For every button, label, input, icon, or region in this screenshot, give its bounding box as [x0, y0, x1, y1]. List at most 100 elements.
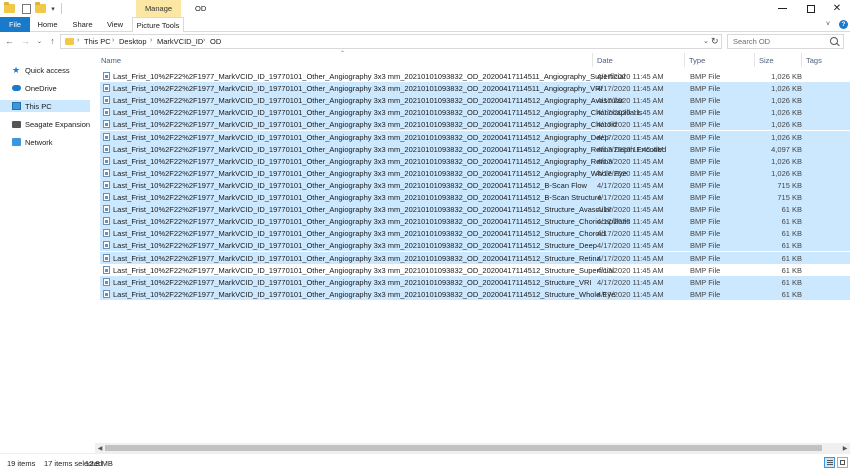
table-row[interactable]: Last_Frist_10%2F22%2F1977_MarkVCID_ID_19… [100, 166, 850, 179]
window-title: OD [195, 4, 207, 13]
divider [61, 3, 62, 14]
nav-item-this-pc[interactable]: This PC [0, 100, 90, 112]
file-type: BMP File [690, 108, 721, 118]
table-row[interactable]: Last_Frist_10%2F22%2F1977_MarkVCID_ID_19… [100, 94, 850, 107]
tab-picture-tools[interactable]: Picture Tools [132, 17, 184, 33]
image-file-icon [103, 277, 110, 286]
nav-item-label: Seagate Expansion Dr [25, 119, 90, 129]
breadcrumb-separator[interactable]: › [112, 37, 114, 44]
table-row[interactable]: Last_Frist_10%2F22%2F1977_MarkVCID_ID_19… [100, 118, 850, 131]
nav-item-seagate[interactable]: Seagate Expansion Dr [0, 118, 90, 130]
details-view-button[interactable] [824, 457, 835, 468]
breadcrumb-separator[interactable]: › [203, 37, 205, 44]
breadcrumb-separator[interactable]: › [150, 37, 152, 44]
image-file-icon [103, 217, 110, 226]
network-icon [12, 138, 21, 146]
breadcrumb-separator[interactable]: › [77, 37, 79, 44]
table-row[interactable]: Last_Frist_10%2F22%2F1977_MarkVCID_ID_19… [100, 154, 850, 167]
search-input[interactable]: Search OD [727, 34, 844, 49]
breadcrumb-od[interactable]: OD [210, 37, 221, 46]
image-file-icon [103, 72, 110, 80]
new-folder-icon[interactable] [35, 2, 46, 14]
file-date: 4/17/2020 11:45 AM [597, 168, 664, 178]
image-file-icon [103, 265, 110, 274]
column-header-type[interactable]: Type [689, 56, 705, 65]
table-row[interactable]: Last_Frist_10%2F22%2F1977_MarkVCID_ID_19… [100, 70, 850, 82]
table-row[interactable]: Last_Frist_10%2F22%2F1977_MarkVCID_ID_19… [100, 130, 850, 143]
close-button[interactable]: ✕ [823, 0, 850, 17]
table-row[interactable]: Last_Frist_10%2F22%2F1977_MarkVCID_ID_19… [100, 82, 850, 95]
file-date: 4/17/2020 11:45 AM [597, 180, 664, 190]
column-header-tags[interactable]: Tags [806, 56, 822, 65]
table-row[interactable]: Last_Frist_10%2F22%2F1977_MarkVCID_ID_19… [100, 264, 850, 276]
customize-toolbar-icon[interactable]: ▾ [49, 3, 57, 14]
table-row[interactable]: Last_Frist_10%2F22%2F1977_MarkVCID_ID_19… [100, 251, 850, 264]
star-icon: ★ [12, 65, 21, 75]
table-row[interactable]: Last_Frist_10%2F22%2F1977_MarkVCID_ID_19… [100, 203, 850, 216]
file-type: BMP File [690, 193, 721, 202]
item-count: 19 items [7, 459, 36, 468]
scrollbar-thumb[interactable] [105, 445, 822, 451]
file-name: Last_Frist_10%2F22%2F1977_MarkVCID_ID_19… [113, 205, 612, 215]
column-header-name[interactable]: Name [101, 56, 121, 65]
table-row[interactable]: Last_Frist_10%2F22%2F1977_MarkVCID_ID_19… [100, 227, 850, 240]
nav-item-onedrive[interactable]: OneDrive [0, 82, 90, 94]
search-placeholder: Search OD [733, 37, 771, 46]
nav-item-label: OneDrive [25, 83, 57, 93]
refresh-icon[interactable]: ↻ [711, 36, 719, 47]
minimize-button[interactable] [768, 0, 796, 17]
help-icon[interactable]: ? [839, 20, 848, 29]
file-date: 4/17/2020 11:45 AM [597, 193, 664, 202]
table-row[interactable]: Last_Frist_10%2F22%2F1977_MarkVCID_ID_19… [100, 106, 850, 119]
image-file-icon [103, 84, 110, 93]
folder-icon[interactable] [3, 2, 15, 14]
tab-home[interactable]: Home [30, 17, 65, 32]
scroll-left-icon[interactable]: ◀ [95, 443, 105, 453]
image-file-icon [103, 144, 110, 153]
file-date: 4/17/2020 11:45 AM [597, 229, 664, 239]
table-row[interactable]: Last_Frist_10%2F22%2F1977_MarkVCID_ID_19… [100, 287, 850, 300]
file-type: BMP File [690, 229, 721, 239]
table-row[interactable]: Last_Frist_10%2F22%2F1977_MarkVCID_ID_19… [100, 215, 850, 228]
nav-item-network[interactable]: Network [0, 136, 90, 148]
expand-ribbon-icon[interactable]: ˅ [826, 20, 834, 29]
file-size: 715 KB [777, 180, 802, 190]
column-header-size[interactable]: Size [759, 56, 774, 65]
properties-icon[interactable] [21, 3, 31, 14]
breadcrumb-markvcid-id[interactable]: MarkVCID_ID [157, 37, 203, 46]
nav-item-quick-access[interactable]: ★ Quick access [0, 64, 90, 76]
recent-locations-icon[interactable]: ⌄ [34, 35, 45, 47]
tab-view[interactable]: View [100, 17, 130, 32]
address-dropdown-icon[interactable]: ⌄ [703, 37, 709, 45]
table-row[interactable]: Last_Frist_10%2F22%2F1977_MarkVCID_ID_19… [100, 178, 850, 191]
file-name: Last_Frist_10%2F22%2F1977_MarkVCID_ID_19… [113, 253, 601, 263]
tab-share[interactable]: Share [65, 17, 100, 32]
table-row[interactable]: Last_Frist_10%2F22%2F1977_MarkVCID_ID_19… [100, 239, 850, 252]
drive-icon [12, 120, 21, 128]
forward-arrow-icon[interactable]: → [20, 35, 31, 47]
maximize-button[interactable] [797, 0, 825, 17]
table-row[interactable]: Last_Frist_10%2F22%2F1977_MarkVCID_ID_19… [100, 191, 850, 203]
large-icons-view-button[interactable] [837, 457, 848, 468]
up-arrow-icon[interactable]: ↑ [47, 35, 58, 47]
horizontal-scrollbar[interactable]: ◀ ▶ [95, 443, 850, 453]
breadcrumb-this-pc[interactable]: This PC [84, 37, 111, 46]
tab-file[interactable]: File [0, 17, 30, 32]
column-header-date[interactable]: Date [597, 56, 613, 65]
file-type: BMP File [690, 277, 721, 287]
table-row[interactable]: Last_Frist_10%2F22%2F1977_MarkVCID_ID_19… [100, 142, 850, 155]
breadcrumb-desktop[interactable]: Desktop [119, 37, 147, 46]
column-divider[interactable] [754, 53, 755, 67]
column-divider[interactable] [684, 53, 685, 67]
table-row[interactable]: Last_Frist_10%2F22%2F1977_MarkVCID_ID_19… [100, 275, 850, 288]
computer-icon [12, 102, 21, 110]
file-date: 4/17/2020 11:45 AM [597, 253, 664, 263]
back-arrow-icon[interactable]: ← [4, 35, 15, 47]
address-bar[interactable]: › This PC › Desktop › MarkVCID_ID › OD ⌄… [60, 34, 722, 49]
file-type: BMP File [690, 168, 721, 178]
column-divider[interactable] [801, 53, 802, 67]
scroll-right-icon[interactable]: ▶ [840, 443, 850, 453]
column-divider[interactable] [592, 53, 593, 67]
image-file-icon [103, 96, 110, 105]
manage-tab[interactable]: Manage [136, 0, 181, 17]
